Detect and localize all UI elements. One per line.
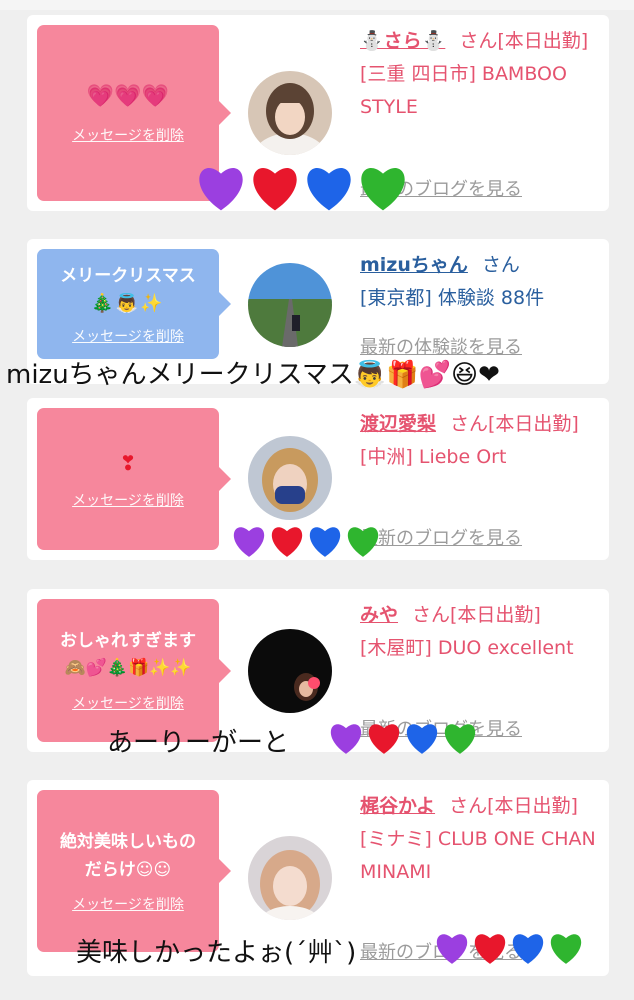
profile-info: ⛄さら⛄ さん[本日出勤] [三重 四日市] BAMBOO STYLE	[360, 25, 605, 124]
area-reviews: [東京都] 体験談 88件	[360, 287, 545, 309]
red-heart-icon	[368, 724, 400, 754]
heart-sticker-row-4	[433, 930, 585, 965]
honorific: さん[本日出勤]	[450, 413, 579, 435]
message-text: 💗💗💗	[86, 83, 170, 109]
area-shop: [木屋町] DUO excellent	[360, 637, 574, 659]
profile-name-link[interactable]: ⛄さら⛄	[360, 30, 445, 52]
profile-info: 梶谷かよ さん[本日出勤] [ミナミ] CLUB ONE CHAN MINAMI	[360, 790, 605, 889]
profile-name-link[interactable]: mizuちゃん	[360, 254, 468, 276]
delete-message-link[interactable]: メッセージを削除	[72, 326, 184, 346]
heart-sticker-row-2	[230, 523, 382, 558]
message-bubble: 💗💗💗 メッセージを削除	[37, 25, 231, 201]
message-bubble: 絶対美味しいもの だらけ☺☺ メッセージを削除	[37, 790, 231, 952]
honorific: さん	[481, 254, 520, 276]
heart-sticker-row-3	[327, 720, 479, 755]
message-text: メリークリスマス	[60, 265, 196, 286]
message-emoji: 🙈💕🎄🎁✨✨	[64, 658, 192, 678]
green-heart-icon	[550, 934, 582, 964]
overlay-caption-4: あーりーがーと	[107, 728, 290, 758]
delete-message-link[interactable]: メッセージを削除	[72, 490, 184, 510]
purple-heart-icon	[330, 724, 362, 754]
green-heart-icon	[347, 527, 379, 557]
message-bubble: おしゃれすぎます 🙈💕🎄🎁✨✨ メッセージを削除	[37, 599, 231, 742]
purple-heart-icon	[199, 168, 243, 211]
red-heart-icon	[271, 527, 303, 557]
profile-info: mizuちゃん さん [東京都] 体験談 88件	[360, 249, 605, 315]
profile-info: みや さん[本日出勤] [木屋町] DUO excellent	[360, 599, 605, 665]
delete-message-link[interactable]: メッセージを削除	[72, 894, 184, 914]
profile-name-link[interactable]: 梶谷かよ	[360, 795, 435, 817]
area-shop: [ミナミ] CLUB ONE CHAN MINAMI	[360, 828, 596, 883]
honorific: さん[本日出勤]	[459, 30, 589, 52]
purple-heart-icon	[233, 527, 265, 557]
profile-name-link[interactable]: みや	[360, 604, 398, 626]
overlay-caption-2: mizuちゃんメリークリスマス👼🎁💕😆❤	[6, 360, 500, 390]
green-heart-icon	[444, 724, 476, 754]
avatar[interactable]	[248, 71, 332, 155]
message-text: 絶対美味しいもの	[60, 832, 196, 852]
message-text-2: だらけ☺☺	[84, 860, 172, 880]
delete-message-link[interactable]: メッセージを削除	[72, 125, 184, 145]
area-shop: [三重 四日市] BAMBOO STYLE	[360, 63, 567, 118]
purple-heart-icon	[436, 934, 468, 964]
blue-heart-icon	[309, 527, 341, 557]
message-bubble: メリークリスマス 🎄👼✨ メッセージを削除	[37, 249, 231, 359]
blue-heart-icon	[512, 934, 544, 964]
heart-sticker-row-1	[194, 162, 410, 212]
message-text: おしゃれすぎます	[60, 631, 196, 651]
red-heart-icon	[253, 168, 297, 211]
latest-blog-link[interactable]: 最新のブログを見る	[360, 524, 522, 550]
overlay-caption-5: 美味しかったよぉ(´艸`)	[76, 938, 357, 968]
area-shop: [中洲] Liebe Ort	[360, 446, 507, 468]
red-heart-icon	[474, 934, 506, 964]
delete-message-link[interactable]: メッセージを削除	[72, 693, 184, 713]
message-text: ❣	[119, 450, 137, 475]
avatar[interactable]	[248, 629, 332, 713]
green-heart-icon	[361, 168, 405, 211]
avatar[interactable]	[248, 436, 332, 520]
top-bar	[0, 0, 634, 10]
honorific: さん[本日出勤]	[449, 795, 578, 817]
message-emoji: 🎄👼✨	[91, 292, 165, 314]
avatar[interactable]	[248, 263, 332, 347]
profile-name-link[interactable]: 渡辺愛梨	[360, 413, 436, 435]
blue-heart-icon	[307, 168, 351, 211]
avatar[interactable]	[248, 836, 332, 920]
profile-info: 渡辺愛梨 さん[本日出勤] [中洲] Liebe Ort	[360, 408, 605, 474]
message-bubble: ❣ メッセージを削除	[37, 408, 231, 550]
honorific: さん[本日出勤]	[412, 604, 541, 626]
blue-heart-icon	[406, 724, 438, 754]
